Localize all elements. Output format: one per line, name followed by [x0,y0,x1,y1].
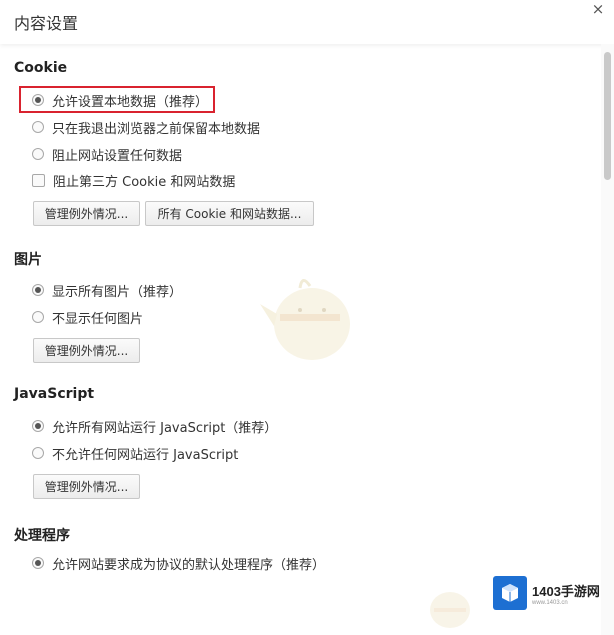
vertical-scrollbar[interactable] [601,44,614,635]
js-allow-label: 允许所有网站运行 JavaScript（推荐） [52,420,278,436]
logo-url: www.1403.cn [532,599,568,606]
js-block-radio[interactable]: 不允许任何网站运行 JavaScript [32,444,239,463]
handlers-allow-radio[interactable]: 允许网站要求成为协议的默认处理程序（推荐） [32,554,326,573]
radio-icon[interactable] [32,121,44,133]
radio-icon[interactable] [32,447,44,459]
cookie-block-label: 阻止网站设置任何数据 [52,148,183,164]
cube-logo-icon [493,576,527,610]
checkbox-icon[interactable] [32,173,45,187]
radio-checked-icon[interactable] [32,557,44,569]
radio-checked-icon[interactable] [32,284,44,296]
mascot-small-icon [430,592,470,628]
images-heading: 图片 [14,252,42,268]
dialog-title: 内容设置 [14,14,79,33]
radio-checked-icon[interactable] [32,94,44,106]
radio-icon[interactable] [32,148,44,160]
close-icon[interactable]: × [590,1,606,17]
cookie-third-party-checkbox[interactable]: 阻止第三方 Cookie 和网站数据 [32,171,236,190]
cookie-allow-radio[interactable]: 允许设置本地数据（推荐） [32,91,209,110]
cookie-allow-label: 允许设置本地数据（推荐） [52,94,209,110]
radio-icon[interactable] [32,311,44,323]
js-block-label: 不允许任何网站运行 JavaScript [52,447,239,463]
scrollbar-thumb[interactable] [604,52,611,180]
site-logo: 1403手游网 www.1403.cn [493,576,605,610]
all-cookies-button[interactable]: 所有 Cookie 和网站数据... [145,201,314,226]
mascot-watermark-icon [260,279,350,360]
js-allow-radio[interactable]: 允许所有网站运行 JavaScript（推荐） [32,417,278,436]
cookie-heading: Cookie [14,60,68,76]
images-hide-radio[interactable]: 不显示任何图片 [32,308,144,327]
logo-name: 1403手游网 [532,583,600,599]
cookie-block-radio[interactable]: 阻止网站设置任何数据 [32,145,183,164]
radio-checked-icon[interactable] [32,420,44,432]
handlers-heading: 处理程序 [14,528,70,544]
cookie-session-label: 只在我退出浏览器之前保留本地数据 [52,121,261,137]
js-manage-exceptions-button[interactable]: 管理例外情况... [33,474,140,499]
images-hide-label: 不显示任何图片 [52,311,144,327]
images-manage-exceptions-button[interactable]: 管理例外情况... [33,338,140,363]
dialog-titlebar: 内容设置 × [0,0,614,44]
handlers-allow-label: 允许网站要求成为协议的默认处理程序（推荐） [52,557,326,573]
cookie-session-radio[interactable]: 只在我退出浏览器之前保留本地数据 [32,118,261,137]
images-show-radio[interactable]: 显示所有图片（推荐） [32,281,183,300]
javascript-heading: JavaScript [14,386,95,402]
images-show-label: 显示所有图片（推荐） [52,284,183,300]
cookie-third-party-label: 阻止第三方 Cookie 和网站数据 [53,174,236,190]
cookie-manage-exceptions-button[interactable]: 管理例外情况... [33,201,140,226]
